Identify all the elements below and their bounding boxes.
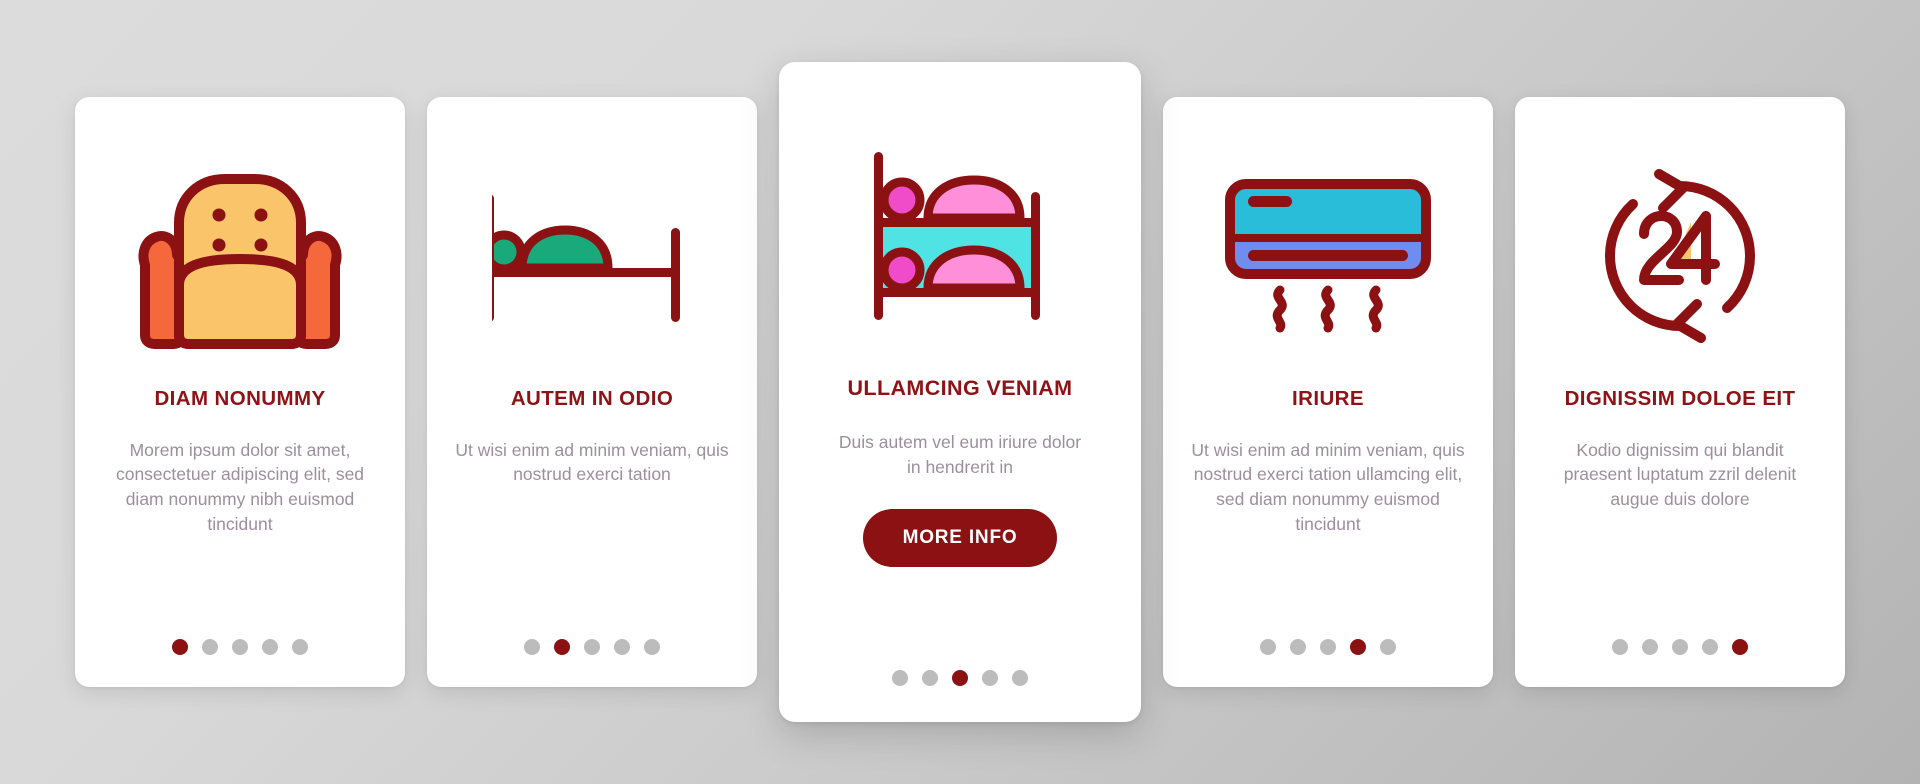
pagination-dot[interactable] [1702, 639, 1718, 655]
card-title: ULLAMCING VENIAM [847, 376, 1073, 400]
pagination-dot[interactable] [644, 639, 660, 655]
card-body-text: Ut wisi enim ad minim veniam, quis nostr… [1191, 439, 1465, 535]
pagination-dot[interactable] [292, 639, 308, 655]
pagination-dot-active[interactable] [952, 670, 968, 686]
pagination-dot[interactable] [1012, 670, 1028, 686]
pagination-dot-active[interactable] [172, 639, 188, 655]
card-body-text: Kodio dignissim qui blandit praesent lup… [1563, 439, 1797, 510]
onboarding-card-1[interactable]: DIAM NONUMMY Morem ipsum dolor sit amet, … [75, 97, 405, 687]
onboarding-card-3[interactable]: ULLAMCING VENIAM Duis autem vel eum iriur… [779, 62, 1141, 722]
pagination-dot[interactable] [1612, 639, 1628, 655]
pagination-dots [1612, 639, 1748, 655]
pagination-dot[interactable] [1380, 639, 1396, 655]
pagination-dot[interactable] [202, 639, 218, 655]
pagination-dots [172, 639, 308, 655]
pagination-dot[interactable] [232, 639, 248, 655]
card-title: DIAM NONUMMY [154, 387, 326, 410]
24-hours-service-icon [1537, 131, 1823, 381]
pagination-dot[interactable] [922, 670, 938, 686]
pagination-dot-active[interactable] [1350, 639, 1366, 655]
pagination-dot[interactable] [584, 639, 600, 655]
card-title: AUTEM IN ODIO [510, 387, 674, 410]
onboarding-card-row: DIAM NONUMMY Morem ipsum dolor sit amet, … [0, 0, 1920, 784]
pagination-dots [892, 670, 1028, 686]
card-title: DIGNISSIM DOLOE EIT [1564, 387, 1796, 410]
pagination-dot[interactable] [1260, 639, 1276, 655]
pagination-dot-active[interactable] [1732, 639, 1748, 655]
single-bed-icon [449, 131, 735, 381]
pagination-dot[interactable] [1320, 639, 1336, 655]
card-title: IRIURE [1292, 387, 1364, 410]
pagination-dot[interactable] [1290, 639, 1306, 655]
card-body-text: Morem ipsum dolor sit amet, consectetuer… [115, 439, 365, 535]
pagination-dots [1260, 639, 1396, 655]
card-body-text: Duis autem vel eum iriure dolor in hendr… [838, 431, 1082, 477]
onboarding-card-5[interactable]: DIGNISSIM DOLOE EIT Kodio dignissim qui b… [1515, 97, 1845, 687]
pagination-dot[interactable] [1642, 639, 1658, 655]
more-info-button[interactable]: MORE INFO [862, 509, 1058, 568]
onboarding-card-4[interactable]: IRIURE Ut wisi enim ad minim veniam, quis… [1163, 97, 1493, 687]
air-conditioner-icon [1185, 131, 1471, 381]
pagination-dot[interactable] [262, 639, 278, 655]
pagination-dot-active[interactable] [554, 639, 570, 655]
pagination-dot[interactable] [524, 639, 540, 655]
armchair-icon [97, 131, 383, 381]
pagination-dot[interactable] [892, 670, 908, 686]
pagination-dot[interactable] [1672, 639, 1688, 655]
card-body-text: Ut wisi enim ad minim veniam, quis nostr… [455, 439, 729, 485]
pagination-dot[interactable] [614, 639, 630, 655]
pagination-dot[interactable] [982, 670, 998, 686]
pagination-dots [524, 639, 660, 655]
bunk-bed-icon [801, 102, 1119, 370]
onboarding-card-2[interactable]: AUTEM IN ODIO Ut wisi enim ad minim venia… [427, 97, 757, 687]
